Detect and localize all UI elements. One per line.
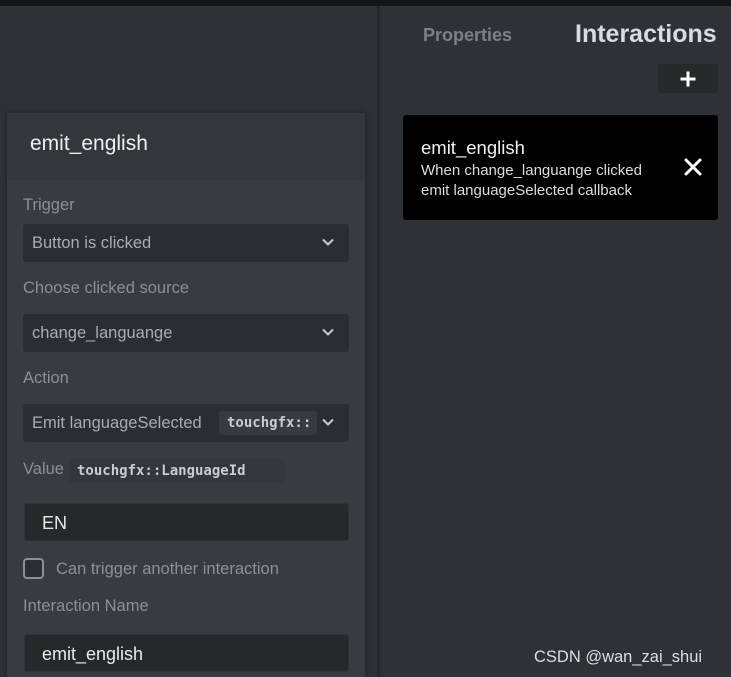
value-input[interactable]: EN <box>24 503 349 541</box>
watermark-text: CSDN @wan_zai_shui <box>534 648 703 666</box>
tab-interactions[interactable]: Interactions <box>575 20 717 49</box>
interaction-name-input[interactable]: emit_english <box>24 634 349 672</box>
value-type-chip: touchgfx::LanguageId <box>69 459 285 483</box>
tab-properties[interactable]: Properties <box>423 25 512 46</box>
interaction-item-description-line1: When change_languange clicked <box>421 162 642 179</box>
trigger-select[interactable]: Button is clicked <box>23 224 349 262</box>
action-select[interactable]: Emit languageSelected touchgfx:: <box>23 404 349 442</box>
chevron-down-icon <box>322 328 334 336</box>
interaction-item-description-line2: emit languageSelected callback <box>421 182 632 199</box>
source-label: Choose clicked source <box>23 279 189 297</box>
close-icon[interactable] <box>683 157 703 177</box>
trigger-label: Trigger <box>23 196 75 214</box>
interactions-panel-background <box>380 6 731 677</box>
editor-title: emit_english <box>30 132 148 155</box>
action-label: Action <box>23 369 69 387</box>
can-trigger-checkbox[interactable] <box>23 558 44 579</box>
action-select-value: Emit languageSelected <box>32 414 202 432</box>
value-label: Value <box>23 460 64 478</box>
add-interaction-button[interactable] <box>658 64 718 93</box>
value-input-text: EN <box>42 513 68 533</box>
action-type-chip: touchgfx:: <box>219 411 317 435</box>
chevron-down-icon <box>322 238 334 246</box>
plus-icon <box>680 71 696 87</box>
trigger-select-value: Button is clicked <box>32 234 152 252</box>
can-trigger-label: Can trigger another interaction <box>56 560 279 578</box>
interaction-item-name: emit_english <box>421 137 525 158</box>
interaction-name-label: Interaction Name <box>23 597 149 615</box>
source-select[interactable]: change_languange <box>23 314 349 352</box>
interaction-list-item[interactable]: emit_english When change_languange click… <box>403 115 718 220</box>
source-select-value: change_languange <box>32 324 173 342</box>
editor-header: emit_english <box>7 113 365 180</box>
interaction-name-input-text: emit_english <box>42 644 144 664</box>
chevron-down-icon <box>322 418 334 426</box>
